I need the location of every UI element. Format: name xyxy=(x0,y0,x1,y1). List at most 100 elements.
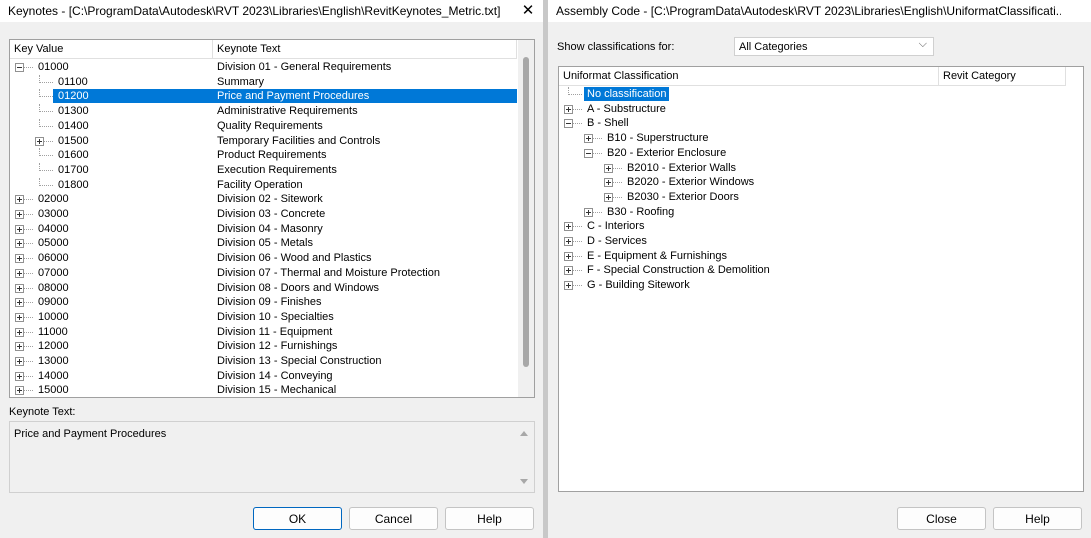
classification-row[interactable]: D - Services xyxy=(559,234,1083,248)
tree-connector xyxy=(573,123,582,125)
help-button[interactable]: Help xyxy=(445,507,534,530)
classification-row[interactable]: No classification xyxy=(559,87,1083,101)
expand-icon[interactable] xyxy=(564,222,573,232)
expand-icon[interactable] xyxy=(564,237,573,246)
expand-icon[interactable] xyxy=(15,357,24,366)
keynote-row[interactable]: 12000 Division 12 - Furnishings xyxy=(10,339,534,353)
close-button[interactable]: Close xyxy=(897,507,986,530)
title-bar: Assembly Code - [C:\ProgramData\Autodesk… xyxy=(548,0,1091,22)
column-header-key-value[interactable]: Key Value xyxy=(10,40,213,59)
keynote-row[interactable]: 15000 Division 15 - Mechanical xyxy=(10,383,534,397)
keynote-row[interactable]: 14000 Division 14 - Conveying xyxy=(10,369,534,383)
keynote-row[interactable]: 01100 Summary xyxy=(10,74,534,89)
expand-icon[interactable] xyxy=(15,210,24,219)
scrollbar-thumb[interactable] xyxy=(523,57,529,367)
expand-icon[interactable] xyxy=(15,195,24,205)
keynote-row[interactable]: 04000 Division 04 - Masonry xyxy=(10,222,534,236)
classification-label: B2010 - Exterior Walls xyxy=(627,161,737,174)
collapse-icon[interactable] xyxy=(584,148,593,158)
cancel-button[interactable]: Cancel xyxy=(349,507,438,530)
expand-icon[interactable] xyxy=(15,283,24,293)
column-header-keynote-text[interactable]: Keynote Text xyxy=(213,40,517,59)
classification-row[interactable]: B30 - Roofing xyxy=(559,205,1083,219)
expand-icon[interactable] xyxy=(584,207,593,217)
classification-row[interactable]: B2030 - Exterior Doors xyxy=(559,190,1083,204)
column-header-revit-category[interactable]: Revit Category xyxy=(939,67,1066,86)
expand-icon[interactable] xyxy=(15,327,24,337)
classification-label: B - Shell xyxy=(587,117,629,130)
expand-icon[interactable] xyxy=(15,342,24,352)
keynote-tree-view[interactable]: Key Value Keynote Text 01000 Division 01 … xyxy=(9,39,535,398)
classification-row[interactable]: B2010 - Exterior Walls xyxy=(559,161,1083,175)
tree-connector xyxy=(39,177,40,186)
keynote-row[interactable]: 01500 Temporary Facilities and Controls xyxy=(10,134,534,148)
keynote-row[interactable]: 07000 Division 07 - Thermal and Moisture … xyxy=(10,266,534,280)
classification-row[interactable]: B20 - Exterior Enclosure xyxy=(559,146,1083,160)
keynote-row[interactable]: 01700 Execution Requirements xyxy=(10,162,534,177)
expand-icon[interactable] xyxy=(564,281,573,291)
expand-icon[interactable] xyxy=(35,136,44,146)
expand-icon[interactable] xyxy=(604,192,613,202)
keynote-text: Division 04 - Masonry xyxy=(217,222,323,235)
expand-icon[interactable] xyxy=(564,251,573,261)
close-icon[interactable]: ✕ xyxy=(517,1,539,21)
help-button[interactable]: Help xyxy=(993,507,1082,530)
expand-icon[interactable] xyxy=(15,254,24,264)
expand-icon[interactable] xyxy=(15,224,24,234)
keynote-row[interactable]: 01800 Facility Operation xyxy=(10,177,534,192)
expand-icon[interactable] xyxy=(604,163,613,173)
keynote-row[interactable]: 01300 Administrative Requirements xyxy=(10,104,534,118)
keynote-row[interactable]: 13000 Division 13 - Special Construction xyxy=(10,354,534,368)
ok-button[interactable]: OK xyxy=(253,507,342,530)
keynote-row[interactable]: 01600 Product Requirements xyxy=(10,148,534,162)
classification-row[interactable]: G - Building Sitework xyxy=(559,278,1083,292)
collapse-icon[interactable] xyxy=(15,63,24,72)
keynote-text: Division 05 - Metals xyxy=(217,237,313,250)
classification-row[interactable]: F - Special Construction & Demolition xyxy=(559,263,1083,277)
classification-row[interactable]: C - Interiors xyxy=(559,219,1083,233)
tree-connector xyxy=(24,243,33,245)
classification-tree-view[interactable]: Uniformat Classification Revit Category … xyxy=(558,66,1084,492)
expand-icon[interactable] xyxy=(584,134,593,144)
keynote-row[interactable]: 11000 Division 11 - Equipment xyxy=(10,325,534,339)
tree-connector xyxy=(613,167,622,169)
classification-row[interactable]: E - Equipment & Furnishings xyxy=(559,249,1083,263)
tree-connector xyxy=(39,74,40,83)
tree-connector xyxy=(24,272,33,274)
category-dropdown[interactable]: All Categories ⌵ xyxy=(734,37,934,56)
classification-row[interactable]: B - Shell xyxy=(559,116,1083,130)
keynote-row[interactable]: 05000 Division 05 - Metals xyxy=(10,236,534,250)
keynote-text-box[interactable]: Price and Payment Procedures xyxy=(9,421,535,493)
keynote-row[interactable]: 01000 Division 01 - General Requirements xyxy=(10,60,534,74)
keynote-row[interactable]: 03000 Division 03 - Concrete xyxy=(10,207,534,221)
expand-icon[interactable] xyxy=(564,266,573,276)
expand-icon[interactable] xyxy=(604,178,613,188)
expand-icon[interactable] xyxy=(15,268,24,278)
keynote-row[interactable]: 01200 Price and Payment Procedures xyxy=(10,89,534,104)
keynote-row[interactable]: 09000 Division 09 - Finishes xyxy=(10,295,534,309)
column-header-uniformat-classification[interactable]: Uniformat Classification xyxy=(559,67,939,86)
classification-row[interactable]: A - Substructure xyxy=(559,102,1083,116)
expand-icon[interactable] xyxy=(15,386,24,396)
scroll-up-icon[interactable] xyxy=(520,431,528,436)
classification-row[interactable]: B10 - Superstructure xyxy=(559,131,1083,145)
keynote-row[interactable]: 06000 Division 06 - Wood and Plastics xyxy=(10,251,534,265)
expand-icon[interactable] xyxy=(15,239,24,249)
expand-icon[interactable] xyxy=(15,371,24,381)
scroll-down-icon[interactable] xyxy=(520,479,528,484)
keynote-row[interactable]: 01400 Quality Requirements xyxy=(10,118,534,133)
tree-connector xyxy=(24,361,33,362)
keynote-row[interactable]: 02000 Division 02 - Sitework xyxy=(10,192,534,206)
expand-icon[interactable] xyxy=(564,104,573,114)
vertical-scrollbar[interactable] xyxy=(518,40,534,397)
keynote-row[interactable]: 10000 Division 10 - Specialties xyxy=(10,310,534,324)
tree-connector xyxy=(39,96,53,98)
keynote-text: Division 01 - General Requirements xyxy=(217,61,392,73)
keynote-row[interactable]: 08000 Division 08 - Doors and Windows xyxy=(10,281,534,295)
expand-icon[interactable] xyxy=(15,312,24,322)
classification-label: A - Substructure xyxy=(587,102,666,115)
classification-row[interactable]: B2020 - Exterior Windows xyxy=(559,175,1083,189)
expand-icon[interactable] xyxy=(15,298,24,308)
tree-connector xyxy=(573,108,582,110)
collapse-icon[interactable] xyxy=(564,119,573,129)
